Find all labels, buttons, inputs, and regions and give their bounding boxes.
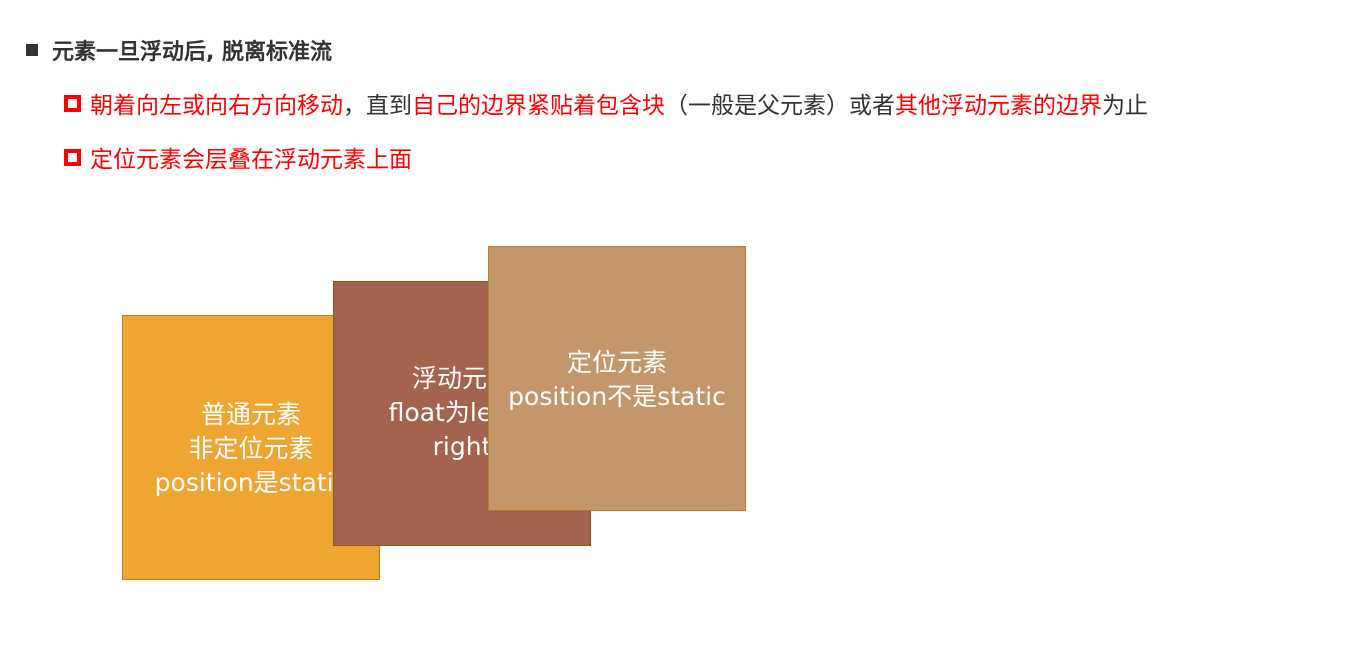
heading-text: 元素一旦浮动后, 脱离标准流 [52,40,333,65]
bullet-item-stacking: 定位元素会层叠在浮动元素上面 [64,140,412,174]
hollow-square-bullet-icon [64,148,81,166]
box-label-line: position不是static [508,382,726,411]
section-heading: 元素一旦浮动后, 脱离标准流 [26,34,332,66]
bullet-item-float-movement: 朝着向左或向右方向移动 ，直到 自己的边界紧贴着包含块 （一般是父元素）或者 其他浮动元… [64,86,1148,120]
square-bullet-icon [26,44,38,56]
box-label-line: 定位元素 [566,348,667,377]
bullet-text-segment: 其他浮动元素的边界 [895,93,1102,119]
bullet-text: 定位元素会层叠在浮动元素上面 [90,147,412,173]
bullet-text-segment: 自己的边界紧贴着包含块 [412,93,665,119]
positioned-element-box: 定位元素 position不是static [488,246,746,511]
hollow-square-bullet-icon [64,94,81,112]
bullet-text-segment: 为止 [1102,93,1148,119]
bullet-text-segment: 朝着向左或向右方向移动 [90,93,343,119]
bullet-text-segment: ，直到 [343,93,412,119]
bullet-text-segment: （一般是父元素）或者 [665,93,895,119]
